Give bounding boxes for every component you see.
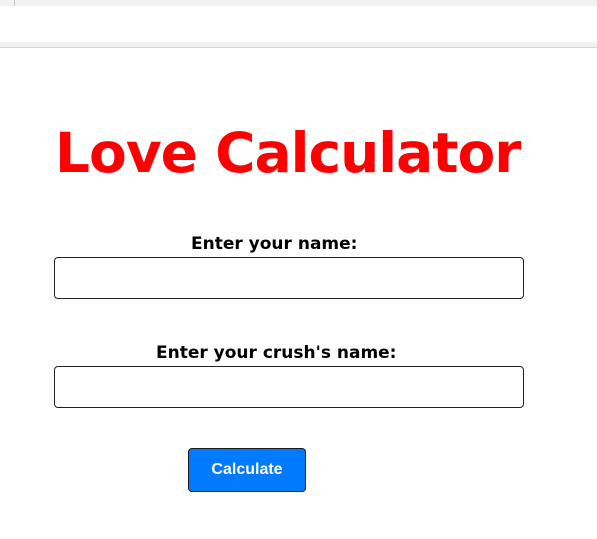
crush-name-label: Enter your crush's name: xyxy=(156,343,397,363)
browser-chrome xyxy=(0,0,597,48)
name-input[interactable] xyxy=(54,257,524,299)
page-title: Love Calculator xyxy=(55,121,521,185)
browser-tab-divider xyxy=(14,0,15,6)
crush-name-input[interactable] xyxy=(54,366,524,408)
browser-tab-strip xyxy=(0,0,597,6)
calculate-button[interactable]: Calculate xyxy=(188,448,306,492)
page-content: Love Calculator Enter your name: Enter y… xyxy=(0,49,597,539)
name-label: Enter your name: xyxy=(191,234,358,254)
browser-toolbar-border xyxy=(0,42,597,48)
